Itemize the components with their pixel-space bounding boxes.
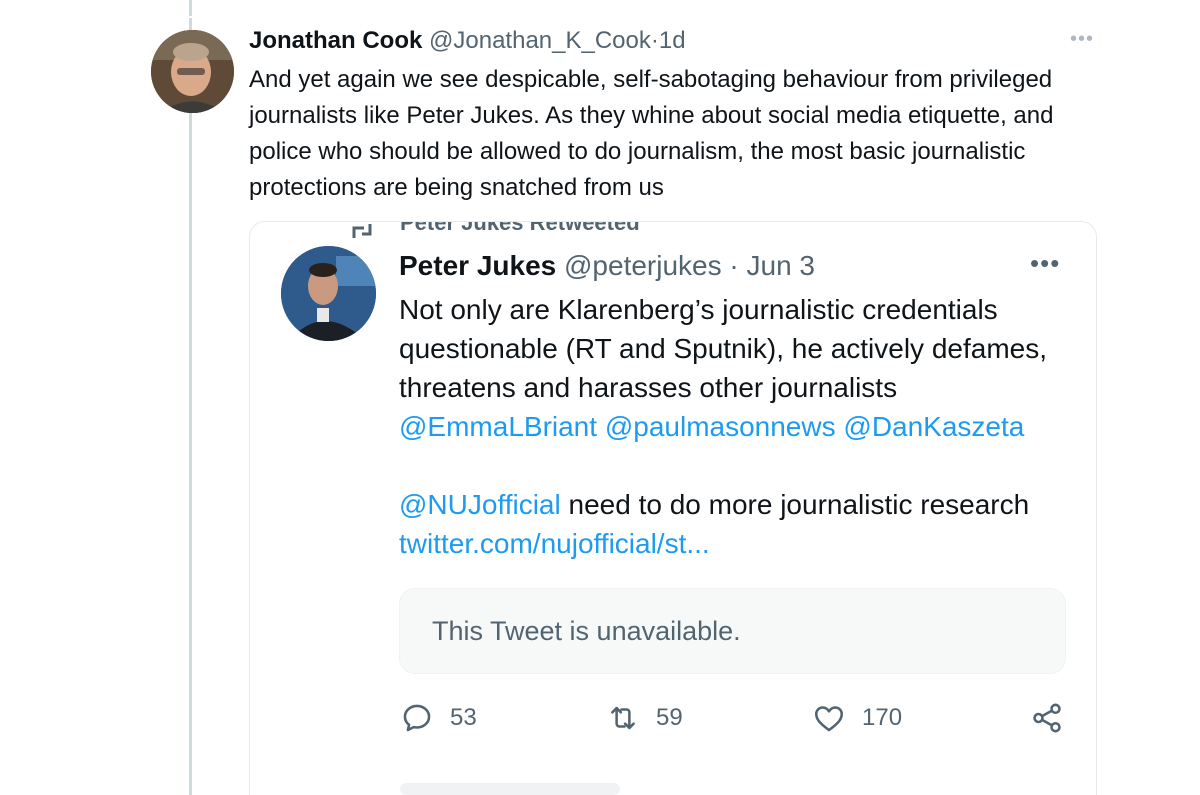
separator-dot: · bbox=[650, 27, 659, 54]
share-button[interactable] bbox=[1030, 700, 1080, 736]
more-options-icon[interactable]: ••• bbox=[1070, 28, 1094, 51]
author-handle[interactable]: @Jonathan_K_Cook bbox=[429, 27, 651, 54]
cutoff-content-hint bbox=[400, 783, 620, 795]
thread-connector-line bbox=[189, 18, 192, 795]
quote-separator: · bbox=[729, 250, 739, 281]
like-button[interactable]: 170 bbox=[812, 700, 902, 736]
peter-jukes-avatar[interactable] bbox=[281, 246, 376, 341]
like-count: 170 bbox=[862, 704, 903, 731]
quote-author-name[interactable]: Peter Jukes bbox=[399, 250, 556, 281]
quote-date[interactable]: Jun 3 bbox=[747, 250, 816, 281]
retweet-action-icon bbox=[611, 706, 635, 730]
jonathan-cook-avatar[interactable] bbox=[151, 30, 234, 113]
reply-icon bbox=[403, 704, 431, 732]
author-name[interactable]: Jonathan Cook bbox=[249, 27, 422, 54]
unavailable-tweet-box: This Tweet is unavailable. bbox=[399, 588, 1066, 674]
mention-nujofficial[interactable]: @NUJofficial bbox=[399, 489, 561, 520]
quote-text-2: need to do more journalistic research bbox=[560, 489, 1030, 520]
retweet-button[interactable]: 59 bbox=[606, 700, 683, 736]
heart-icon bbox=[814, 706, 844, 732]
thread-connector-top bbox=[189, 0, 192, 16]
mention-emmalbriant[interactable]: @EmmaLBriant bbox=[399, 411, 597, 442]
mention-paulmasonnews[interactable]: @paulmasonnews bbox=[605, 411, 836, 442]
quote-text: Not only are Klarenberg’s journalistic c… bbox=[399, 290, 1089, 563]
quote-header: Peter Jukes @peterjukes · Jun 3 bbox=[399, 250, 815, 282]
unavailable-text: This Tweet is unavailable. bbox=[432, 616, 741, 646]
retweet-count: 59 bbox=[656, 704, 683, 731]
quote-author-handle[interactable]: @peterjukes bbox=[564, 250, 722, 281]
tweet-header: Jonathan Cook @Jonathan_K_Cook·1d bbox=[249, 27, 686, 55]
retweet-icon bbox=[350, 224, 380, 243]
tweet-time[interactable]: 1d bbox=[659, 27, 686, 54]
share-icon bbox=[1033, 703, 1061, 733]
quote-link[interactable]: twitter.com/nujofficial/st... bbox=[399, 528, 710, 559]
tweet-text: And yet again we see despicable, self-sa… bbox=[249, 66, 1054, 201]
quote-more-options-icon[interactable]: ••• bbox=[1030, 248, 1060, 279]
quote-text-1: Not only are Klarenberg’s journalistic c… bbox=[399, 294, 1048, 403]
mention-dankaszeta[interactable]: @DanKaszeta bbox=[843, 411, 1024, 442]
reply-count: 53 bbox=[450, 704, 477, 731]
reply-button[interactable]: 53 bbox=[400, 700, 477, 736]
retweeted-by-label: Peter Jukes Retweeted bbox=[400, 221, 640, 235]
